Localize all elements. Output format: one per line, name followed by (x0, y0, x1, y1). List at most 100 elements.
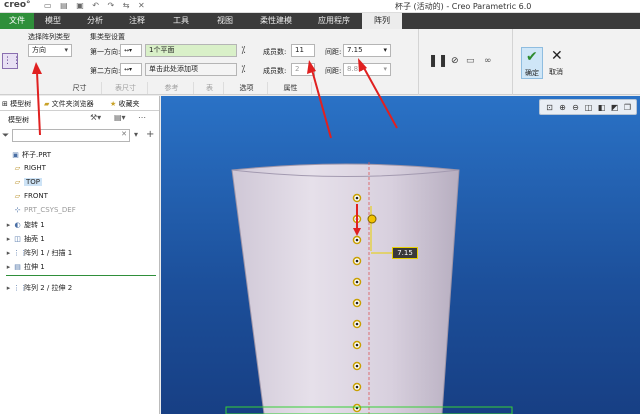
more-icon[interactable]: ⋯ (138, 113, 146, 122)
close-icon: ✕ (551, 48, 563, 64)
tree-icon: ⊞ (2, 100, 8, 108)
model-tree-tab[interactable]: ⊞ 模型树 (2, 99, 31, 109)
tree-item-label: 拉伸 1 (24, 263, 45, 271)
add-icon[interactable]: + (146, 129, 154, 140)
tree-item-label: 阵列 1 / 扫描 1 (24, 249, 73, 257)
collapse-icon[interactable]: ▾ (134, 130, 138, 139)
pattern-member-dot (355, 196, 359, 200)
subtab-tables[interactable]: 表 (196, 82, 224, 94)
folder-browser-tab-label: 文件夹浏览器 (51, 100, 94, 108)
creo-logo: creo° (4, 0, 31, 10)
pattern-grid-icon: ⋮⋮ (2, 53, 21, 69)
tab-applications[interactable]: 应用程序 (310, 13, 358, 29)
expand-icon[interactable]: ▸ (4, 235, 13, 243)
tree-item[interactable]: ▱ RIGHT (4, 164, 46, 172)
direction1-flip-dropdown[interactable]: ↔▾ (120, 44, 142, 57)
tab-flexible-modeling[interactable]: 柔性建模 (252, 13, 300, 29)
folder-icon: ▰ (44, 100, 50, 108)
model-tree-panel: ⊞ 模型树 ▰ 文件夹浏览器 ★ 收藏夹 模型树 ⚒▾ ▤▾ ⋯ ⏷ ✕ ▾ +… (0, 96, 160, 414)
member-count2-label: 成员数: (263, 67, 287, 75)
flip-direction-icon[interactable]: ⁒ (241, 45, 246, 56)
quick-access-toolbar[interactable]: ▭ ▤ ▣ ↶ ↷ ⇆ ✕ (44, 1, 148, 10)
tree-item[interactable]: ▣ 杯子.PRT (2, 150, 51, 160)
select-pattern-type-label: 选择阵列类型 (28, 33, 70, 41)
settings-icon[interactable]: ⚒▾ (90, 113, 101, 122)
title-bar: creo° ▭ ▤ ▣ ↶ ↷ ⇆ ✕ 杯子 (活动的) - Creo Para… (0, 0, 640, 13)
show-icon[interactable]: ▤▾ (114, 113, 126, 122)
favorites-tab[interactable]: ★ 收藏夹 (110, 99, 140, 109)
tab-tools[interactable]: 工具 (164, 13, 198, 29)
direction1-reference-collector[interactable]: 1个平面 (145, 44, 237, 57)
folder-browser-tab[interactable]: ▰ 文件夹浏览器 (44, 99, 94, 109)
no-preview-icon[interactable]: ⊘ (451, 56, 459, 66)
tab-model[interactable]: 模型 (36, 13, 70, 29)
pattern-icon: ⋮⋮ (13, 284, 27, 292)
expand-icon[interactable]: ▸ (4, 221, 13, 229)
tab-file[interactable]: 文件 (0, 13, 34, 29)
pattern-member-dot (355, 322, 359, 326)
spacing1-input[interactable]: 7.15 ▾ (343, 44, 391, 57)
spacing-label: 间距: (325, 48, 342, 56)
clear-icon[interactable]: ✕ (121, 130, 127, 138)
pattern-member-dot (355, 364, 359, 368)
chevron-down-icon: ▾ (383, 65, 387, 73)
pause-icon[interactable]: ❚❚ (428, 53, 448, 67)
direction2-label: 第二方向: (90, 67, 121, 75)
ok-button[interactable]: ✔ 确定 (521, 47, 543, 79)
tree-item[interactable]: ▸ ◐ 旋转 1 (4, 220, 45, 230)
expand-icon[interactable]: ▸ (4, 284, 13, 292)
expand-icon[interactable]: ▸ (4, 263, 13, 271)
tree-item[interactable]: ▸ ⋮⋮阵列 1 / 扫描 1 (4, 248, 72, 258)
glasses-icon[interactable]: ∞ (484, 56, 492, 66)
drag-handle[interactable] (367, 214, 377, 224)
subtab-dimensions[interactable]: 尺寸 (58, 82, 102, 94)
tree-item[interactable]: ▸ ⋮⋮阵列 2 / 拉伸 2 (4, 283, 72, 293)
pattern-member-dot (355, 259, 359, 263)
set-type-label: 集类型设置 (90, 33, 125, 41)
direction2-flip-dropdown[interactable]: ↔▾ (120, 63, 142, 76)
subtab-table-dimensions[interactable]: 表尺寸 (104, 82, 148, 94)
tab-annotate[interactable]: 注释 (120, 13, 154, 29)
tab-view[interactable]: 视图 (208, 13, 242, 29)
member-count1-input[interactable]: 11 (291, 44, 315, 57)
pattern-icon: ⋮⋮ (13, 249, 27, 257)
tree-item[interactable]: ▸ ▤ 拉伸 1 (4, 262, 45, 272)
member-count2-input[interactable]: 2 (291, 63, 315, 76)
cancel-button[interactable]: ✕ 取消 (546, 47, 568, 79)
tree-item[interactable]: ▱ TOP (4, 178, 43, 186)
star-icon: ★ (110, 100, 117, 108)
window-title: 杯子 (活动的) - Creo Parametric 6.0 (395, 2, 532, 11)
preview-icon[interactable]: ▭ (466, 56, 475, 66)
tree-item-label: 杯子.PRT (22, 151, 52, 159)
tree-search-input[interactable]: ✕ (12, 129, 130, 142)
tree-item[interactable]: ⊹ PRT_CSYS_DEF (4, 206, 76, 214)
tree-item-label: PRT_CSYS_DEF (24, 206, 76, 214)
spacing2-input[interactable]: 8.82 ▾ (343, 63, 391, 76)
plane-icon: ▱ (14, 192, 21, 200)
tree-item-label: TOP (24, 178, 43, 186)
favorites-tab-label: 收藏夹 (118, 100, 140, 108)
flip-direction2-icon[interactable]: ⁒ (241, 64, 246, 75)
graphics-window[interactable]: ⊡ ⊕ ⊖ ◫ ◧ ◩ ❐ 7.15 (161, 96, 640, 414)
shell-icon: ◫ (14, 235, 21, 243)
expand-icon[interactable]: ▸ (4, 249, 13, 257)
cancel-label: 取消 (549, 68, 563, 76)
checkmark-icon: ✔ (526, 49, 538, 65)
csys-icon: ⊹ (14, 206, 21, 214)
tree-item[interactable]: ▸ ◫ 抽壳 1 (4, 234, 45, 244)
tab-pattern[interactable]: 阵列 (362, 13, 402, 29)
subtab-options[interactable]: 选项 (226, 82, 268, 94)
pattern-member-dot (355, 385, 359, 389)
direction2-reference-collector[interactable]: 单击此处添加项 (145, 63, 237, 76)
filter-icon[interactable]: ⏷ (2, 131, 9, 141)
pattern-type-dropdown[interactable]: 方向 ▾ (28, 44, 72, 57)
ok-label: 确定 (525, 69, 539, 77)
tree-item[interactable]: ▱ FRONT (4, 192, 48, 200)
pattern-member-dot (355, 343, 359, 347)
subtab-properties[interactable]: 属性 (270, 82, 312, 94)
model-tree: ▣ 杯子.PRT ▱ RIGHT ▱ TOP ▱ FRONT ⊹ PRT_CSYS_DEF ▸ ◐ 旋转… (0, 150, 159, 310)
tab-analysis[interactable]: 分析 (78, 13, 112, 29)
spacing-dimension-label[interactable]: 7.15 (392, 247, 418, 259)
insert-here-line (6, 275, 156, 276)
subtab-references[interactable]: 参考 (150, 82, 194, 94)
